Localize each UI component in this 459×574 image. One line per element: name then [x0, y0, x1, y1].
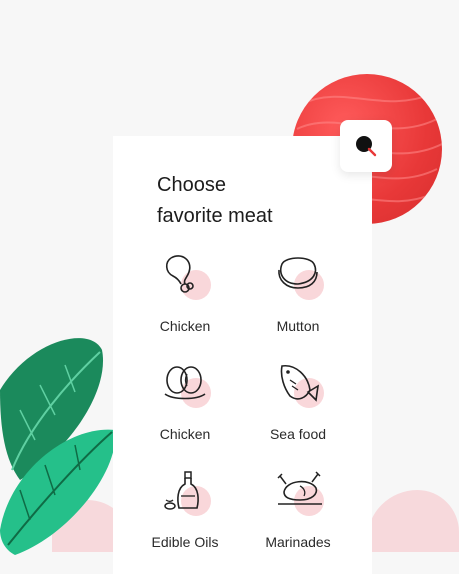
category-label: Chicken	[159, 426, 211, 442]
oil-bottle-icon	[164, 471, 199, 510]
app-screen: Choose favorite meat Chicken Mutton Chic…	[0, 0, 459, 574]
category-label: Chicken	[159, 318, 211, 334]
category-label: Marinades	[265, 534, 331, 550]
decor-pink-mound-right	[367, 490, 459, 552]
category-eggs[interactable]: Chicken	[135, 362, 235, 442]
category-mutton[interactable]: Mutton	[248, 254, 348, 334]
category-marinades[interactable]: Marinades	[248, 470, 348, 550]
eggs-icon	[164, 366, 206, 400]
decor-leaves	[0, 338, 116, 555]
category-card: Choose favorite meat Chicken Mutton Chic…	[113, 136, 372, 574]
category-label: Sea food	[269, 426, 327, 442]
fish-icon	[280, 365, 320, 402]
search-icon	[356, 136, 377, 157]
category-label: Edible Oils	[151, 534, 219, 550]
category-seafood[interactable]: Sea food	[248, 362, 348, 442]
category-chicken[interactable]: Chicken	[135, 254, 235, 334]
title-line-2: favorite meat	[157, 205, 273, 227]
chicken-leg-icon	[165, 255, 194, 293]
search-button[interactable]	[340, 120, 392, 172]
category-label: Mutton	[276, 318, 320, 334]
page-title: Choose favorite meat	[157, 170, 337, 232]
title-line-1: Choose	[157, 174, 226, 196]
category-edible-oils[interactable]: Edible Oils	[135, 470, 235, 550]
steak-icon	[278, 257, 318, 289]
roast-chicken-icon	[277, 471, 322, 505]
